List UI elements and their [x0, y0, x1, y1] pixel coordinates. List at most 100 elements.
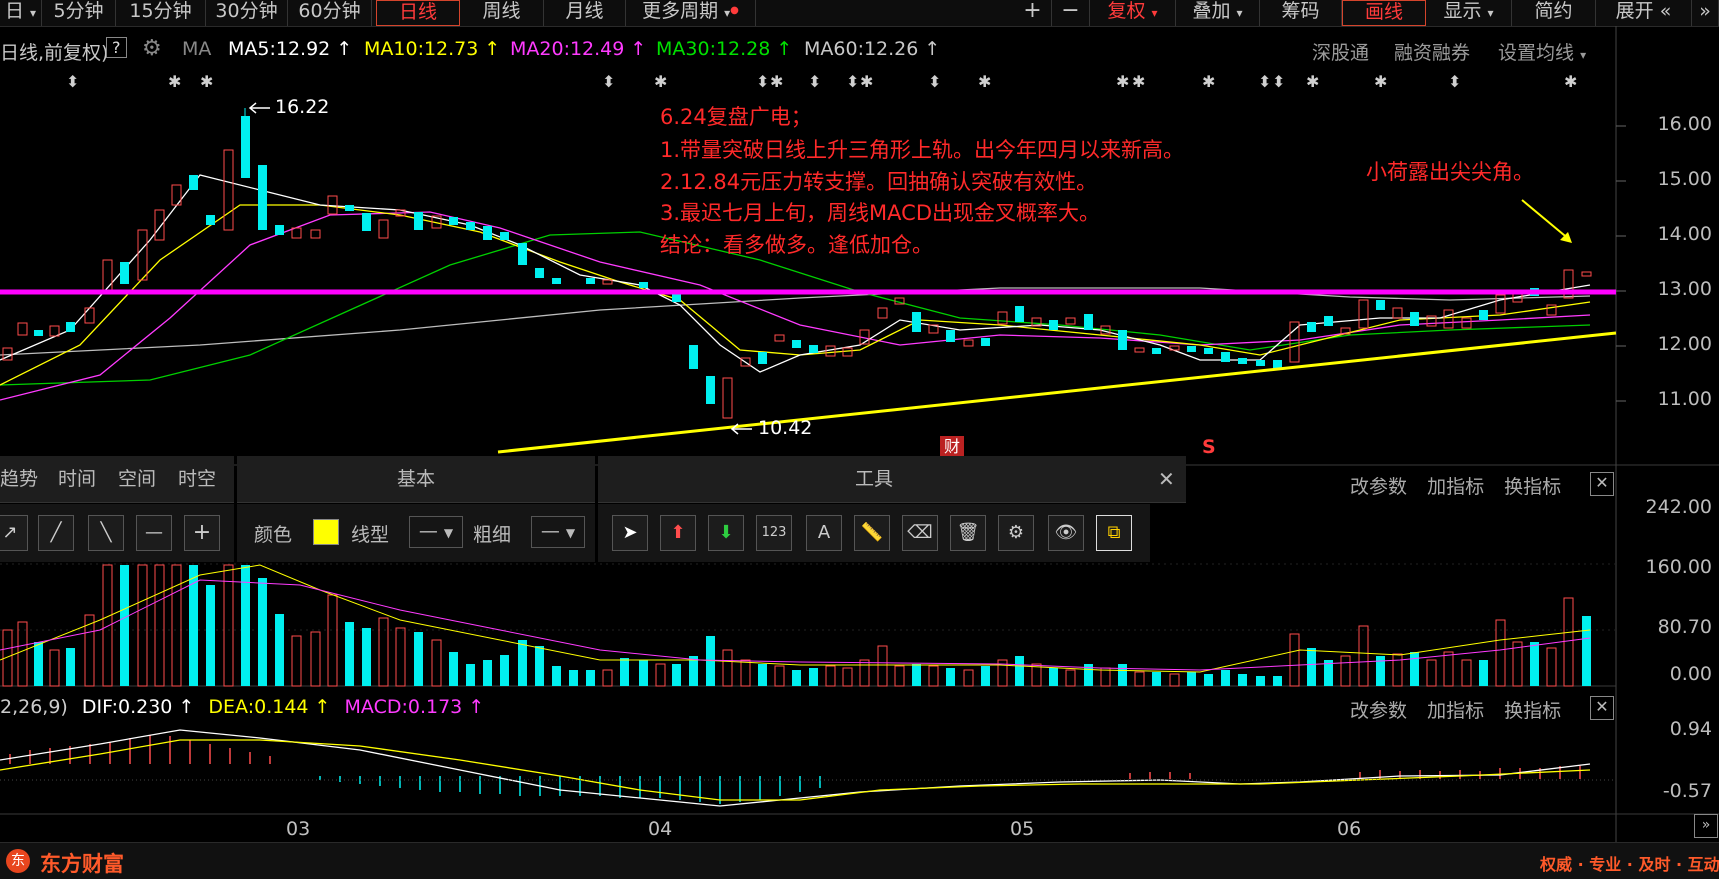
candle-down [1084, 314, 1093, 330]
text-tool-button[interactable]: A [806, 515, 842, 551]
eye-icon: 👁 [1054, 522, 1078, 543]
down-arrow-tool-button[interactable]: ⬇ [708, 515, 744, 551]
close-volume-panel-button[interactable]: ✕ [1590, 472, 1614, 496]
svg-text:✱: ✱ [1132, 72, 1145, 91]
crosshair-tool-button[interactable]: + [184, 515, 220, 551]
numbering-icon: 123 [761, 525, 787, 540]
candle-up [963, 339, 974, 347]
macd-tick: 0.94 [1669, 718, 1712, 740]
candle-up [1134, 347, 1145, 353]
settings-tool-button[interactable]: ⚙ [998, 515, 1034, 551]
status-footer: 东 东方财富 权威 · 专业 · 及时 · 互动 [0, 842, 1719, 879]
tab-time[interactable]: 时间 [58, 456, 96, 502]
ruler-tool-button[interactable]: 📏 [854, 515, 890, 551]
svg-text:⬍: ⬍ [756, 72, 769, 91]
line-tool-row: ↗ ╱ ╲ — + [0, 504, 234, 562]
drawing-tabs: 趋势 时间 空间 时空 [0, 456, 234, 503]
color-label: 颜色 [254, 524, 293, 546]
candle-up [877, 307, 888, 319]
tools-section-header: 工具 ✕ [598, 456, 1186, 503]
candle-down [34, 330, 43, 336]
ruler-icon: 📏 [860, 522, 884, 543]
candle-down [706, 376, 715, 404]
candle-up [378, 219, 389, 239]
basic-options-row: 颜色 线型 — ▼ 粗细 — ▼ [237, 504, 595, 562]
up-arrow-tool-button[interactable]: ⬆ [660, 515, 696, 551]
svg-text:⬍: ⬍ [1258, 72, 1271, 91]
candle-down [241, 116, 250, 178]
candle-up [102, 259, 113, 291]
chevron-down-icon: ▼ [443, 526, 454, 540]
close-icon: ✕ [1595, 473, 1609, 492]
basic-section-title: 基本 [237, 456, 595, 503]
thickness-select[interactable]: — ▼ [531, 516, 585, 548]
x-tick-may: 05 [1010, 818, 1035, 840]
svg-text:⬍: ⬍ [808, 72, 821, 91]
close-drawing-panel-button[interactable]: ✕ [1158, 456, 1175, 502]
number-tool-button[interactable]: 123 [756, 515, 792, 551]
chevron-down-icon: ▼ [565, 526, 576, 540]
select-tool-button[interactable]: ➤ [612, 515, 648, 551]
tools-row: ➤ ⬆ ⬇ 123 A 📏 ⌫ 🗑 ⚙ 👁 ⧉ [598, 504, 1150, 562]
visibility-tool-button[interactable]: 👁 [1048, 515, 1084, 551]
plus-icon: + [192, 520, 212, 545]
volume-bars [2, 564, 1591, 687]
finance-badge[interactable]: 财 [940, 436, 964, 458]
candle-up [154, 209, 165, 241]
horizontal-line-icon: — [145, 522, 163, 543]
eraser-tool-button[interactable]: ⌫ [902, 515, 938, 551]
volume-tick: 0.00 [1669, 663, 1712, 685]
color-swatch[interactable] [313, 519, 339, 545]
dif-value: DIF:0.230 ↑ [81, 696, 195, 718]
rising-trendline[interactable] [497, 331, 1617, 454]
close-macd-panel-button[interactable]: ✕ [1590, 696, 1614, 720]
tab-trend[interactable]: 趋势 [0, 456, 38, 502]
red-up-arrow-icon: ⬆ [670, 522, 686, 543]
candle-up [1065, 317, 1076, 325]
add-indicator-link[interactable]: 加指标 [1427, 700, 1484, 722]
segment-tool-button[interactable]: ╱ [38, 515, 74, 551]
price-tick: 13.00 [1657, 278, 1712, 300]
candle-down [758, 352, 767, 364]
horizontal-line-button[interactable]: — [136, 515, 172, 551]
snapshot-tool-button[interactable]: ⧉ [1096, 515, 1132, 551]
add-indicator-link[interactable]: 加指标 [1427, 476, 1484, 498]
tab-space[interactable]: 空间 [118, 456, 156, 502]
switch-indicator-link[interactable]: 换指标 [1504, 700, 1561, 722]
eraser-icon: ⌫ [907, 522, 933, 543]
edit-params-link[interactable]: 改参数 [1350, 700, 1407, 722]
edit-params-link[interactable]: 改参数 [1350, 476, 1407, 498]
switch-indicator-link[interactable]: 换指标 [1504, 476, 1561, 498]
candle-down [586, 278, 595, 284]
macd-params: 2,26,9) [0, 696, 68, 718]
line-type-select[interactable]: — ▼ [409, 516, 463, 548]
close-icon: ✕ [1595, 697, 1609, 716]
candle-down [362, 213, 371, 231]
candle-up [722, 377, 733, 419]
price-tick: 16.00 [1657, 113, 1712, 135]
macd-legend: 2,26,9) DIF:0.230 ↑ DEA:0.144 ↑ MACD:0.1… [0, 696, 484, 718]
scroll-right-button[interactable]: » [1694, 814, 1718, 838]
candle-down [414, 212, 423, 230]
tab-time-space[interactable]: 时空 [178, 456, 216, 502]
ray-tool-button[interactable]: ↗ [0, 515, 28, 551]
tools-section-title: 工具 [854, 468, 893, 490]
note-side: 小荷露出尖尖角。 [1366, 160, 1534, 184]
line-tool-button[interactable]: ╲ [88, 515, 124, 551]
note-line-2: 2.12.84元压力转支撑。回抽确认突破有效性。 [660, 170, 1098, 194]
candle-down [639, 282, 648, 288]
svg-text:✱: ✱ [978, 72, 991, 91]
delete-tool-button[interactable]: 🗑 [950, 515, 986, 551]
candle-down [1221, 352, 1230, 362]
dea-line [0, 739, 1591, 801]
diagonal-line-icon: ╲ [100, 522, 112, 543]
candle-down [518, 243, 527, 265]
event-markers: ⬍ ✱ ✱ ⬍ ✱ ⬍ ✱ ⬍ ⬍ ✱ ⬍ ✱ ✱ ✱ ✱ ⬍ ⬍ ✱ ✱ ⬍ ✱ [66, 72, 1577, 91]
volume-tick: 80.70 [1657, 616, 1712, 638]
brand-slogan: 权威 · 专业 · 及时 · 互动 [1540, 855, 1719, 874]
signal-s-badge[interactable]: S [1202, 436, 1216, 458]
svg-text:⬍: ⬍ [846, 72, 859, 91]
svg-text:✱: ✱ [860, 72, 873, 91]
candle-up [49, 325, 60, 337]
candle-down [1273, 360, 1282, 368]
